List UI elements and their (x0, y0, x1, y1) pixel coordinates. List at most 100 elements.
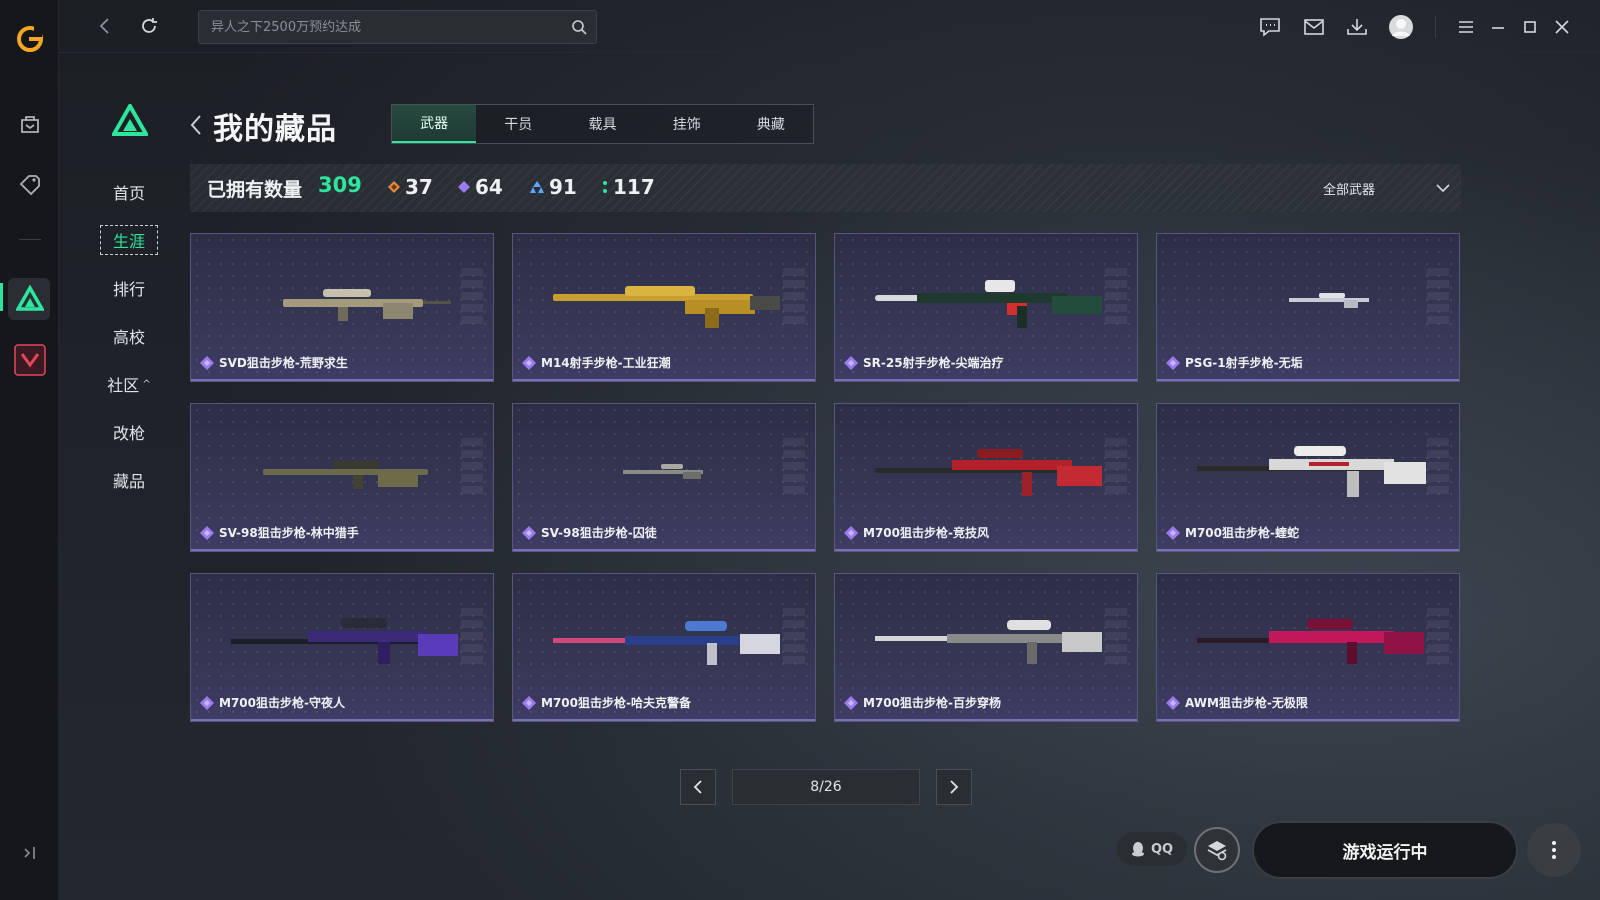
chevron-down-icon (1436, 184, 1450, 193)
weapon-image (553, 286, 780, 328)
next-page-button[interactable] (936, 769, 972, 805)
search-box (198, 10, 597, 44)
game-running-button[interactable]: 游戏运行中 (1252, 821, 1518, 879)
subnav-item-collection[interactable]: 藏品 (100, 465, 158, 495)
refresh-button[interactable] (136, 13, 162, 39)
chevron-left-icon (99, 18, 109, 34)
item-name: AWM狙击步枪-无极限 (1185, 696, 1308, 710)
game-settings-button[interactable] (1194, 827, 1240, 873)
purple-diamond-icon (522, 526, 536, 540)
top-bar (59, 0, 1600, 53)
search-input[interactable] (199, 11, 562, 43)
qq-account-badge[interactable]: QQ (1117, 832, 1187, 866)
owned-count-value: 309 (318, 173, 362, 197)
subnav-label: 社区 (107, 376, 140, 395)
page-title: 我的藏品 (213, 112, 337, 147)
blue-triangles-icon (530, 181, 544, 193)
collection-card[interactable]: M700狙击步枪-蝰蛇 (1156, 403, 1460, 552)
sidebar-item-library[interactable] (0, 100, 59, 148)
filter-label: 全部武器 (1323, 182, 1376, 198)
item-name: SR-25射手步枪-尖端治疗 (863, 356, 1004, 370)
more-options-button[interactable] (1527, 823, 1581, 877)
ownership-stats-bar: 已拥有数量 309 37 64 91 117 全部武器 (190, 164, 1461, 212)
qq-penguin-icon (1131, 842, 1144, 857)
collection-card[interactable]: SV-98狙击步枪-林中猎手 (190, 403, 494, 552)
delta-force-app[interactable] (0, 275, 59, 323)
sidebar-item-store[interactable] (0, 160, 59, 208)
collection-card[interactable]: M700狙击步枪-百步穿杨 (834, 573, 1138, 722)
subnav-item-college[interactable]: 高校 (100, 321, 158, 351)
sidebar-item-valorant[interactable] (0, 336, 59, 384)
tab-vehicles[interactable]: 载具 (560, 105, 644, 143)
back-button[interactable] (92, 13, 118, 39)
collection-card[interactable]: M14射手步枪-工业狂潮 (512, 233, 816, 382)
orange-diamond-icon (388, 181, 400, 193)
collection-tabs: 武器 干员 载具 挂饰 典藏 (391, 104, 814, 144)
blue-rarity-count: 91 (530, 174, 577, 200)
collection-card[interactable]: M700狙击步枪-守夜人 (190, 573, 494, 722)
collection-card[interactable]: SV-98狙击步枪-囚徒 (512, 403, 816, 552)
tab-operators[interactable]: 干员 (476, 105, 560, 143)
weapon-image (875, 449, 1102, 496)
delta-force-app-icon (15, 285, 44, 311)
qq-label: QQ (1150, 841, 1174, 857)
collection-card[interactable]: M700狙击步枪-竞技风 (834, 403, 1138, 552)
purple-diamond-icon (844, 356, 858, 370)
subnav-item-gun-mod[interactable]: 改枪 (100, 417, 158, 447)
subnav-item-community[interactable]: 社区 ^ (100, 369, 158, 399)
collapse-sidebar-button[interactable] (0, 839, 59, 867)
purple-diamond-icon (200, 696, 214, 710)
game-library-icon (20, 116, 39, 133)
chat-button[interactable] (1257, 14, 1283, 40)
minimize-button[interactable] (1485, 14, 1511, 40)
search-button[interactable] (562, 19, 596, 35)
minimize-icon (1492, 27, 1504, 29)
user-avatar[interactable] (1388, 14, 1414, 40)
collection-card[interactable]: AWM狙击步枪-无极限 (1156, 573, 1460, 722)
item-name: M700狙击步枪-百步穿杨 (863, 696, 1001, 710)
item-name: SVD狙击步枪-荒野求生 (219, 356, 348, 370)
collection-card[interactable]: SVD狙击步枪-荒野求生 (190, 233, 494, 382)
item-name: SV-98狙击步枪-林中猎手 (219, 526, 359, 540)
item-name: M700狙击步枪-守夜人 (219, 696, 345, 710)
avatar (1389, 15, 1413, 39)
item-name: SV-98狙击步枪-囚徒 (541, 526, 657, 540)
weapon-image (875, 280, 1102, 328)
subnav-item-career[interactable]: 生涯 (100, 225, 158, 255)
green-dots-icon (603, 181, 607, 193)
download-button[interactable] (1344, 14, 1370, 40)
weapon-filter-dropdown[interactable]: 全部武器 (1323, 172, 1455, 204)
maximize-button[interactable] (1517, 14, 1543, 40)
collection-card[interactable]: SR-25射手步枪-尖端治疗 (834, 233, 1138, 382)
sidebar-divider (19, 239, 41, 240)
chat-icon (1260, 18, 1280, 37)
subnav-label: 排行 (112, 280, 145, 299)
stat-value: 91 (549, 175, 577, 199)
tab-charms[interactable]: 挂饰 (645, 105, 729, 143)
prev-page-button[interactable] (680, 769, 716, 805)
tab-archive[interactable]: 典藏 (729, 105, 813, 143)
subnav-item-home[interactable]: 首页 (100, 177, 158, 207)
collapse-sidebar-icon (23, 847, 35, 859)
subnav-item-ranking[interactable]: 排行 (100, 273, 158, 303)
refresh-icon (142, 18, 157, 33)
close-button[interactable] (1549, 14, 1575, 40)
game-logo (110, 101, 150, 140)
purple-diamond-icon (458, 181, 470, 193)
weapon-image (231, 618, 458, 664)
main-menu-button[interactable] (1453, 14, 1479, 40)
chevron-left-icon (190, 115, 201, 135)
app-sidebar (0, 0, 59, 900)
mail-button[interactable] (1301, 14, 1327, 40)
collection-card[interactable]: M700狙击步枪-哈夫克警备 (512, 573, 816, 722)
collection-grid: SVD狙击步枪-荒野求生 M14射手步枪-工业狂潮 SR-25射手步枪-尖端治疗 (190, 233, 1461, 723)
tab-weapons[interactable]: 武器 (392, 105, 477, 143)
collection-card[interactable]: PSG-1射手步枪-无垢 (1156, 233, 1460, 382)
page-back-button[interactable] (189, 113, 203, 141)
purple-diamond-icon (1166, 696, 1180, 710)
purple-diamond-icon (522, 696, 536, 710)
more-vertical-icon (1552, 841, 1556, 859)
stat-value: 64 (475, 175, 503, 199)
topbar-divider (1435, 16, 1436, 38)
orange-rarity-count: 37 (388, 174, 433, 200)
